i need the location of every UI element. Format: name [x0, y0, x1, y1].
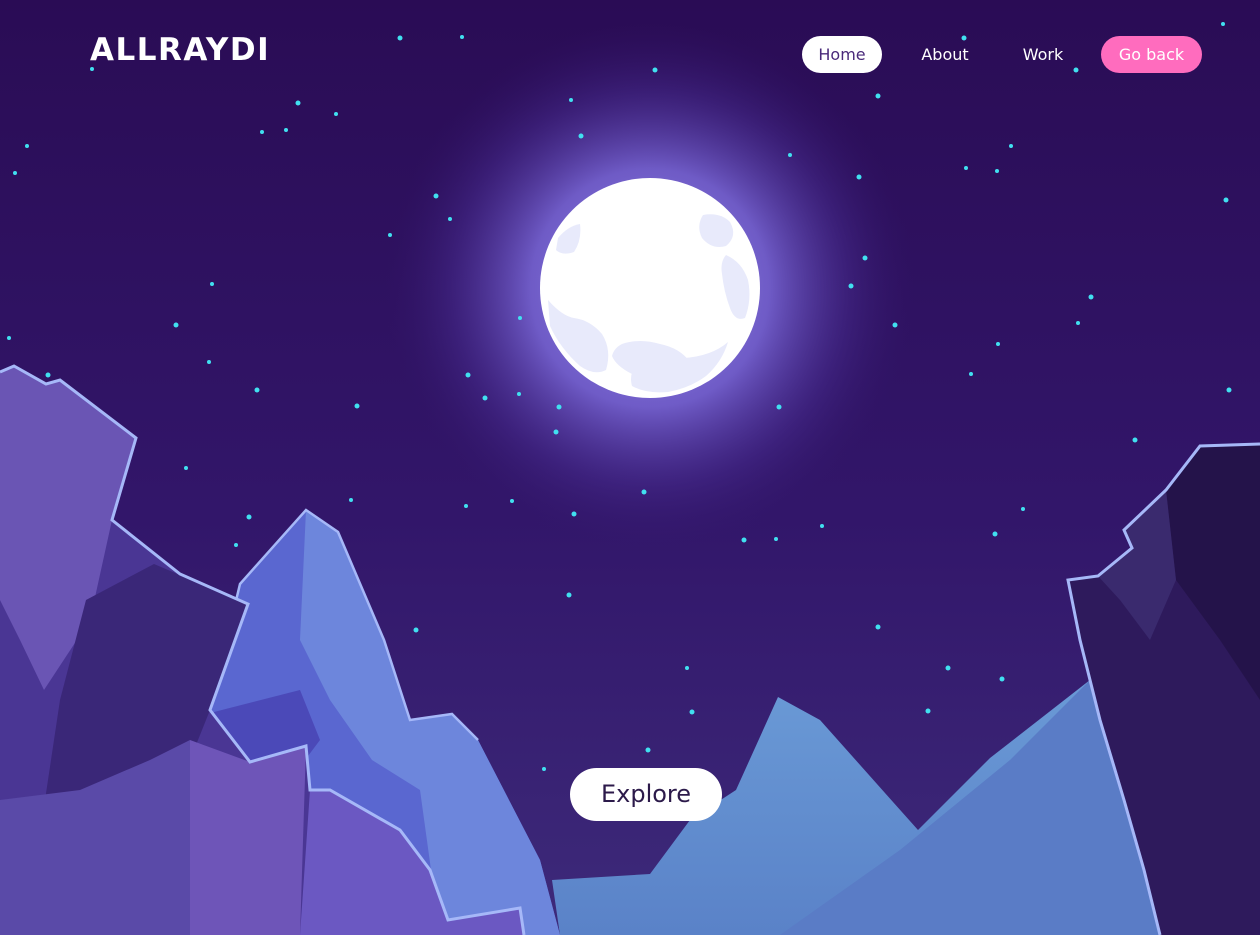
explore-button[interactable]: Explore — [570, 768, 722, 821]
rock-left-front — [180, 740, 306, 935]
go-back-button[interactable]: Go back — [1101, 36, 1202, 73]
main-nav: Home About Work Go back — [0, 36, 1260, 73]
nav-about-link[interactable]: About — [905, 36, 985, 73]
site-header: ALLRAYDI Home About Work Go back — [0, 0, 1260, 110]
nav-home-link[interactable]: Home — [802, 36, 882, 73]
moon — [540, 178, 760, 398]
nav-work-link[interactable]: Work — [1003, 36, 1083, 73]
